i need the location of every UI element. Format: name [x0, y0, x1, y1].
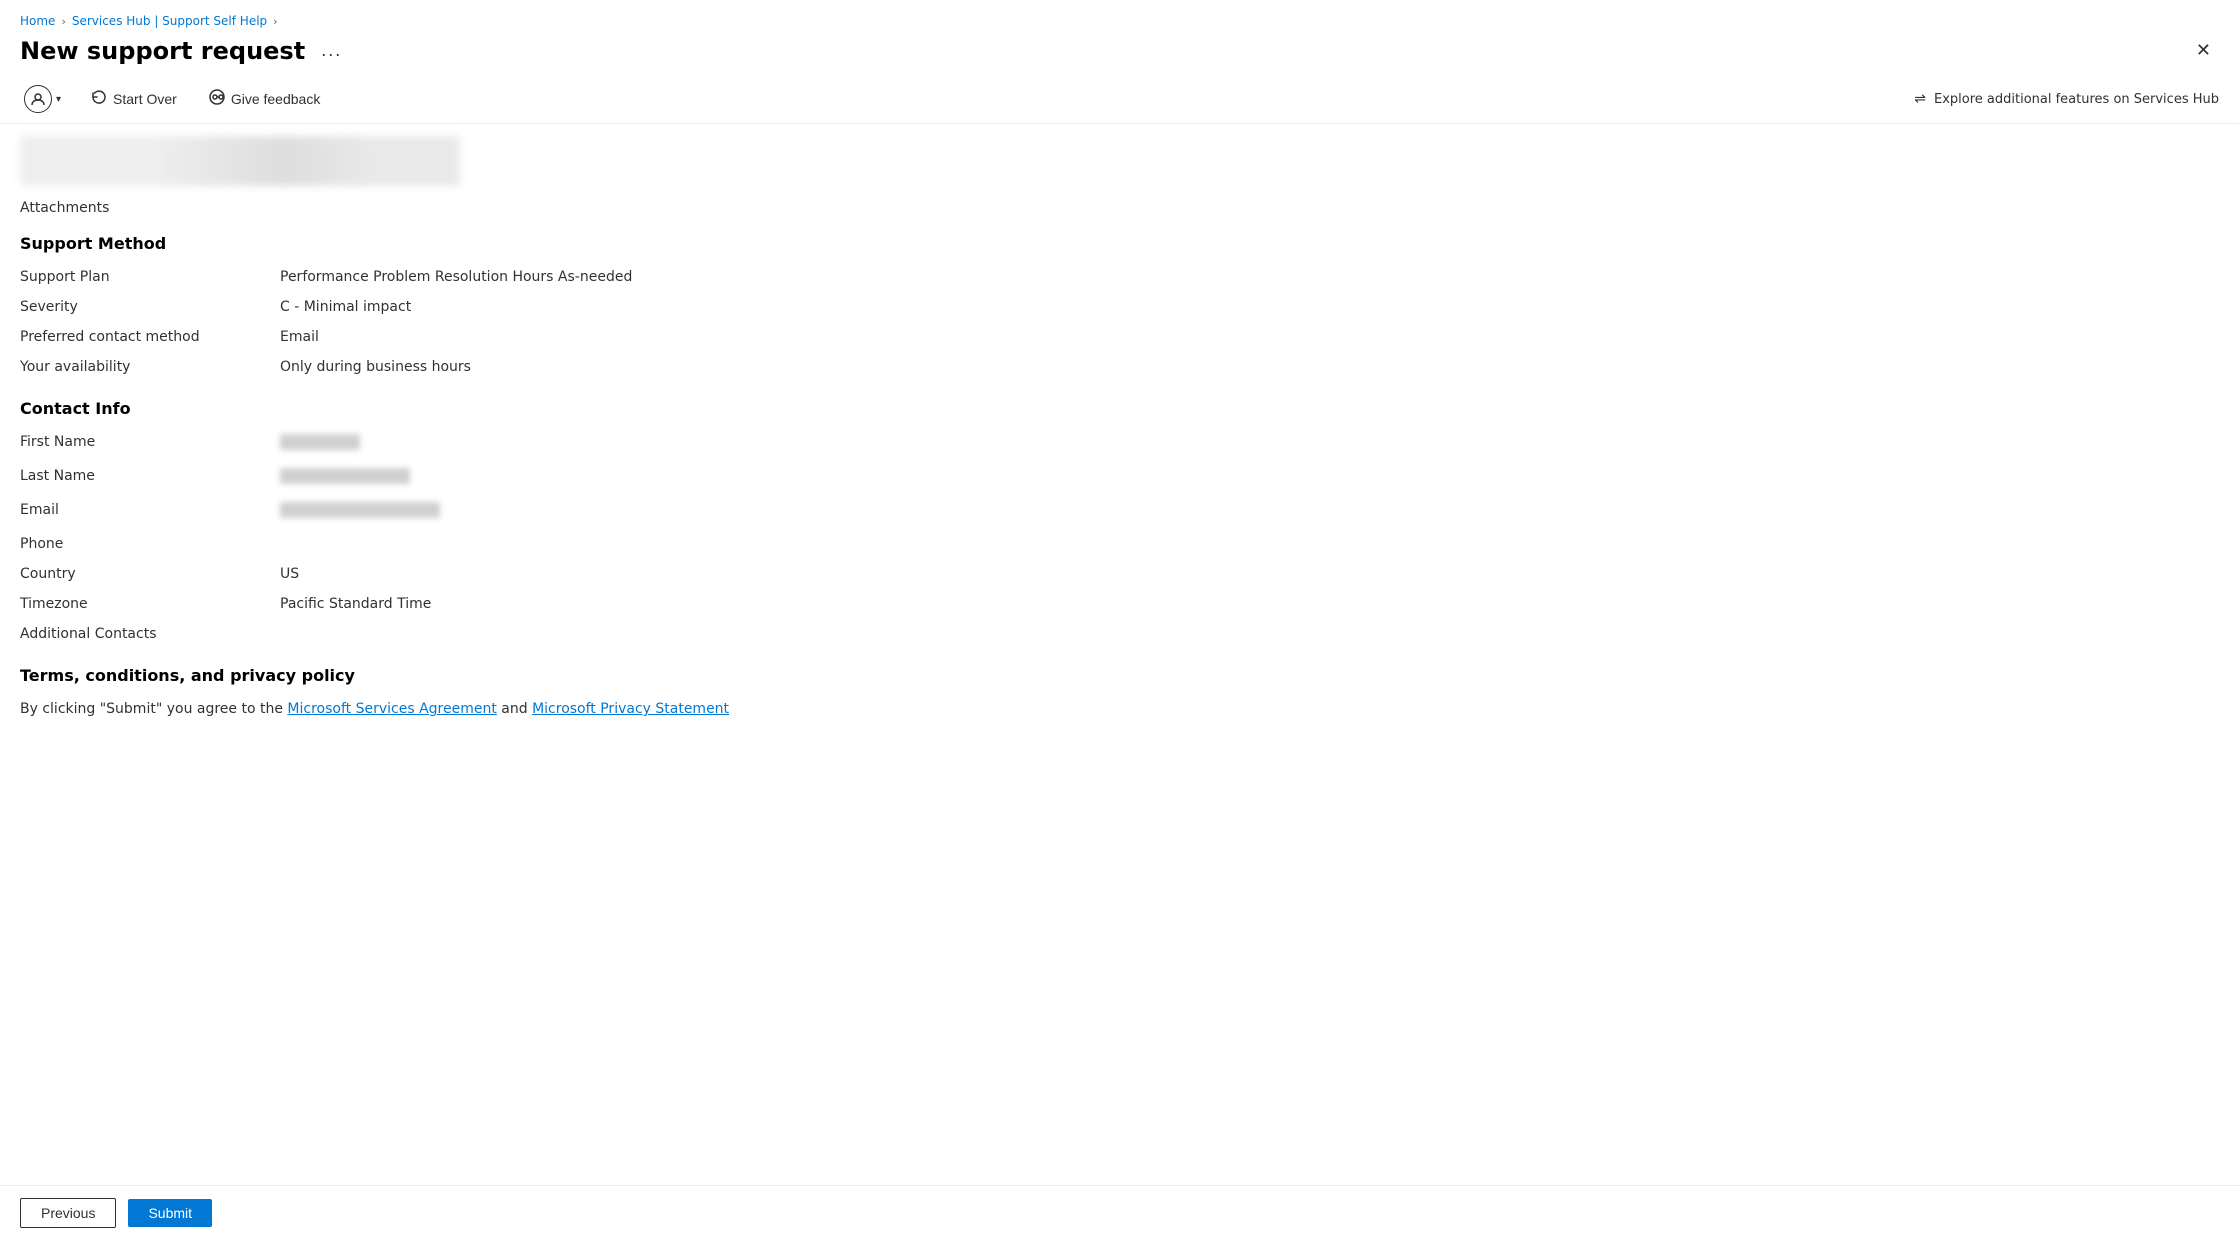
main-content: Attachments Support Method Support Plan …: [0, 124, 2239, 1185]
microsoft-privacy-statement-link[interactable]: Microsoft Privacy Statement: [532, 701, 729, 717]
additional-contacts-row: Additional Contacts: [20, 626, 2219, 642]
support-plan-value: Performance Problem Resolution Hours As-…: [280, 269, 632, 285]
feedback-icon: [209, 89, 225, 110]
give-feedback-button[interactable]: Give feedback: [203, 85, 327, 114]
first-name-blurred: [280, 434, 360, 450]
country-row: Country US: [20, 566, 2219, 582]
attachments-label: Attachments: [20, 200, 2219, 216]
severity-label: Severity: [20, 299, 280, 315]
start-over-icon: [91, 89, 107, 110]
country-value: US: [280, 566, 299, 582]
explore-icon: ⇌: [1914, 91, 1926, 107]
additional-contacts-label: Additional Contacts: [20, 626, 280, 642]
user-avatar-icon: [24, 85, 52, 113]
contact-info-title: Contact Info: [20, 399, 2219, 418]
country-label: Country: [20, 566, 280, 582]
explore-services-hub[interactable]: ⇌ Explore additional features on Service…: [1914, 91, 2219, 107]
availability-label: Your availability: [20, 359, 280, 375]
footer: Previous Submit: [0, 1185, 2239, 1240]
timezone-row: Timezone Pacific Standard Time: [20, 596, 2219, 612]
toolbar-left: ▾ Start Over Give feedback: [20, 81, 326, 117]
submit-button[interactable]: Submit: [128, 1199, 212, 1227]
email-row: Email: [20, 502, 2219, 522]
email-value: [280, 502, 440, 522]
support-plan-row: Support Plan Performance Problem Resolut…: [20, 269, 2219, 285]
feedback-label: Give feedback: [231, 91, 321, 107]
preferred-contact-row: Preferred contact method Email: [20, 329, 2219, 345]
preferred-contact-label: Preferred contact method: [20, 329, 280, 345]
first-name-value: [280, 434, 360, 454]
last-name-blurred: [280, 468, 410, 484]
email-blurred: [280, 502, 440, 518]
close-button[interactable]: ✕: [2188, 36, 2219, 65]
user-account-button[interactable]: ▾: [20, 81, 65, 117]
support-method-title: Support Method: [20, 234, 2219, 253]
breadcrumb: Home › Services Hub | Support Self Help …: [0, 0, 2239, 32]
first-name-label: First Name: [20, 434, 280, 450]
phone-label: Phone: [20, 536, 280, 552]
support-plan-label: Support Plan: [20, 269, 280, 285]
microsoft-services-agreement-link[interactable]: Microsoft Services Agreement: [287, 701, 496, 717]
availability-row: Your availability Only during business h…: [20, 359, 2219, 375]
explore-label: Explore additional features on Services …: [1934, 92, 2219, 107]
last-name-value: [280, 468, 410, 488]
terms-prefix: By clicking "Submit" you agree to the: [20, 701, 287, 717]
last-name-label: Last Name: [20, 468, 280, 484]
email-label: Email: [20, 502, 280, 518]
start-over-label: Start Over: [113, 91, 177, 107]
breadcrumb-services-hub[interactable]: Services Hub | Support Self Help: [72, 14, 267, 28]
breadcrumb-home[interactable]: Home: [20, 14, 55, 28]
ellipsis-button[interactable]: ...: [315, 38, 348, 63]
page-title: New support request: [20, 37, 305, 65]
content-wrapper: Attachments Support Method Support Plan …: [0, 124, 2239, 1185]
first-name-row: First Name: [20, 434, 2219, 454]
page-title-row: New support request ...: [20, 37, 348, 65]
blurred-top-content: [20, 136, 2219, 186]
terms-title: Terms, conditions, and privacy policy: [20, 666, 2219, 685]
timezone-value: Pacific Standard Time: [280, 596, 431, 612]
availability-value: Only during business hours: [280, 359, 471, 375]
page-header: New support request ... ✕: [0, 32, 2239, 75]
previous-button[interactable]: Previous: [20, 1198, 116, 1228]
breadcrumb-separator-1: ›: [61, 15, 65, 28]
support-method-section: Support Method Support Plan Performance …: [20, 234, 2219, 375]
user-chevron-icon: ▾: [56, 94, 61, 105]
phone-row: Phone: [20, 536, 2219, 552]
start-over-button[interactable]: Start Over: [85, 85, 183, 114]
timezone-label: Timezone: [20, 596, 280, 612]
toolbar: ▾ Start Over Give feedback: [0, 75, 2239, 124]
severity-value: C - Minimal impact: [280, 299, 411, 315]
contact-info-section: Contact Info First Name Last Name Email: [20, 399, 2219, 642]
terms-middle: and: [497, 701, 532, 717]
severity-row: Severity C - Minimal impact: [20, 299, 2219, 315]
terms-section: Terms, conditions, and privacy policy By…: [20, 666, 2219, 717]
breadcrumb-separator-2: ›: [273, 15, 277, 28]
last-name-row: Last Name: [20, 468, 2219, 488]
preferred-contact-value: Email: [280, 329, 319, 345]
terms-text: By clicking "Submit" you agree to the Mi…: [20, 701, 2219, 717]
